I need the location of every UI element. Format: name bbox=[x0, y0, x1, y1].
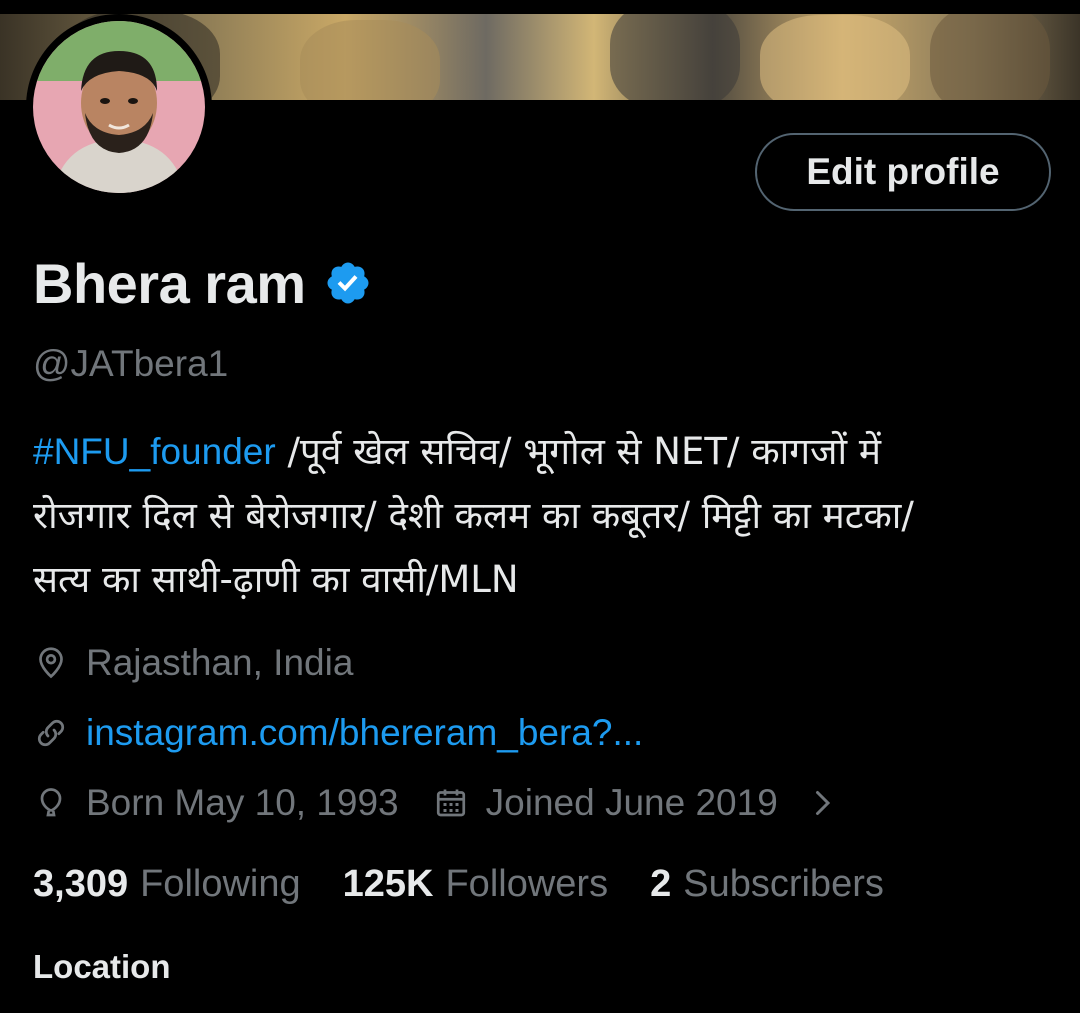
following-label: Following bbox=[140, 863, 301, 905]
link-icon bbox=[37, 719, 65, 747]
profile-name: Bhera ram bbox=[33, 251, 306, 315]
avatar[interactable] bbox=[26, 14, 212, 200]
section-label: Location bbox=[33, 948, 171, 985]
subscribers-stat[interactable]: 2 Subscribers bbox=[650, 863, 884, 906]
dates-row: Born May 10, 1993 Joined June 2019 bbox=[33, 782, 840, 824]
following-stat[interactable]: 3,309 Following bbox=[33, 863, 301, 906]
subscribers-count: 2 bbox=[650, 863, 672, 905]
avatar-photo bbox=[33, 21, 205, 193]
status-strip bbox=[0, 0, 1080, 14]
bio-hashtag-link[interactable]: #NFU_founder bbox=[33, 431, 276, 472]
website-row: instagram.com/bhereram_bera?... bbox=[33, 712, 643, 754]
joined-date: Joined June 2019 bbox=[485, 782, 778, 823]
location-row: Rajasthan, India bbox=[33, 642, 353, 684]
chevron-right-icon[interactable] bbox=[804, 785, 840, 821]
birthday-balloon-icon bbox=[40, 788, 62, 817]
profile-stats: 3,309 Following 125K Followers 2 Subscriber… bbox=[33, 863, 884, 906]
location-text: Rajasthan, India bbox=[86, 642, 354, 683]
followers-count: 125K bbox=[342, 863, 434, 905]
profile-name-row: Bhera ram bbox=[33, 248, 372, 318]
followers-label: Followers bbox=[445, 863, 609, 905]
bio-line-2: रोजगार दिल से बेरोजगार/ देशी कलम का कबूत… bbox=[33, 494, 914, 537]
subscribers-label: Subscribers bbox=[683, 863, 884, 905]
verified-badge-icon[interactable] bbox=[324, 259, 372, 307]
birth-date: Born May 10, 1993 bbox=[86, 782, 399, 823]
location-pin-icon bbox=[39, 647, 63, 679]
bio-line-1: /पूर्व खेल सचिव/ भूगोल से NET/ कागजों मे… bbox=[275, 430, 881, 473]
bio-line-3: सत्य का साथी-ढ़ाणी का वासी/MLN bbox=[33, 558, 519, 601]
profile-handle: @JATbera1 bbox=[33, 343, 229, 384]
profile-bio: #NFU_founder /पूर्व खेल सचिव/ भूगोल से N… bbox=[33, 420, 1043, 612]
edit-profile-button[interactable]: Edit profile bbox=[755, 133, 1051, 211]
calendar-icon bbox=[436, 789, 465, 817]
following-count: 3,309 bbox=[33, 863, 129, 905]
followers-stat[interactable]: 125K Followers bbox=[343, 863, 608, 906]
website-link[interactable]: instagram.com/bhereram_bera?... bbox=[86, 712, 643, 754]
